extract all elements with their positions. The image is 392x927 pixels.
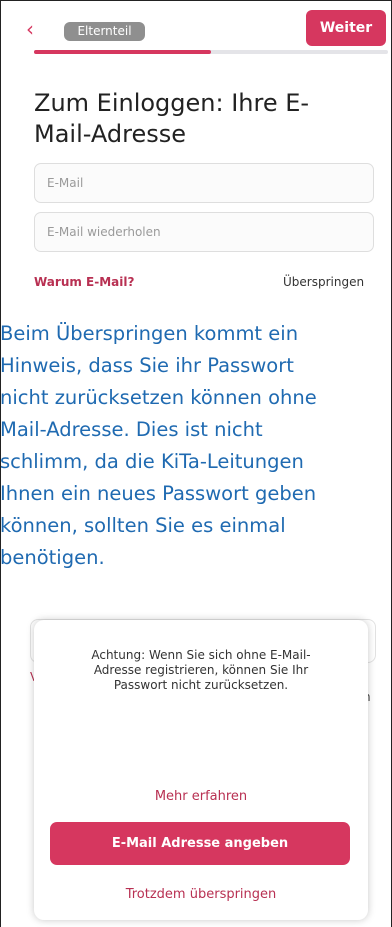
- annotation-line: Ihnen ein neues Passwort geben: [0, 482, 317, 505]
- skip-warning-dialog: Achtung: Wenn Sie sich ohne E-Mail- Adre…: [34, 620, 368, 920]
- annotation-line: nicht zurücksetzen können ohne: [0, 386, 317, 409]
- email-input[interactable]: E-Mail: [34, 163, 374, 203]
- annotation-note: Beim Überspringen kommt ein Hinweis, das…: [0, 318, 392, 611]
- provide-email-button[interactable]: E-Mail Adresse angeben: [50, 822, 350, 865]
- page-title: Zum Einloggen: Ihre E- Mail-Adresse: [34, 88, 374, 150]
- skip-link[interactable]: Überspringen: [283, 275, 364, 289]
- warning-line: Adresse registrieren, können Sie Ihr: [93, 663, 309, 677]
- progress-bar: [34, 50, 388, 54]
- warning-line: Passwort nicht zurücksetzen.: [113, 678, 289, 692]
- annotation-line: Beim Überspringen kommt ein: [0, 322, 299, 345]
- progress-bar-fill: [34, 50, 211, 54]
- annotation-line: schlimm, da die KiTa-Leitungen: [0, 450, 304, 473]
- next-button[interactable]: Weiter: [306, 10, 386, 46]
- annotation-line: können, sollten Sie es einmal: [0, 514, 286, 537]
- back-chevron-icon[interactable]: ‹: [26, 18, 34, 40]
- role-chip: Elternteil: [64, 22, 145, 41]
- annotation-line: Mail-Adresse. Dies ist nicht: [0, 418, 263, 441]
- why-email-link[interactable]: Warum E-Mail?: [34, 275, 134, 289]
- warning-message: Achtung: Wenn Sie sich ohne E-Mail- Adre…: [70, 648, 332, 693]
- annotation-line: benötigen.: [0, 546, 105, 569]
- annotation-line: Hinweis, dass Sie ihr Passwort: [0, 354, 294, 377]
- email-repeat-input[interactable]: E-Mail wiederholen: [34, 212, 374, 252]
- learn-more-link[interactable]: Mehr erfahren: [34, 789, 368, 804]
- page-title-line: Zum Einloggen: Ihre E-: [34, 89, 310, 117]
- page-title-line: Mail-Adresse: [34, 120, 186, 148]
- warning-line: Achtung: Wenn Sie sich ohne E-Mail-: [91, 648, 311, 662]
- skip-anyway-link[interactable]: Trotzdem überspringen: [34, 887, 368, 902]
